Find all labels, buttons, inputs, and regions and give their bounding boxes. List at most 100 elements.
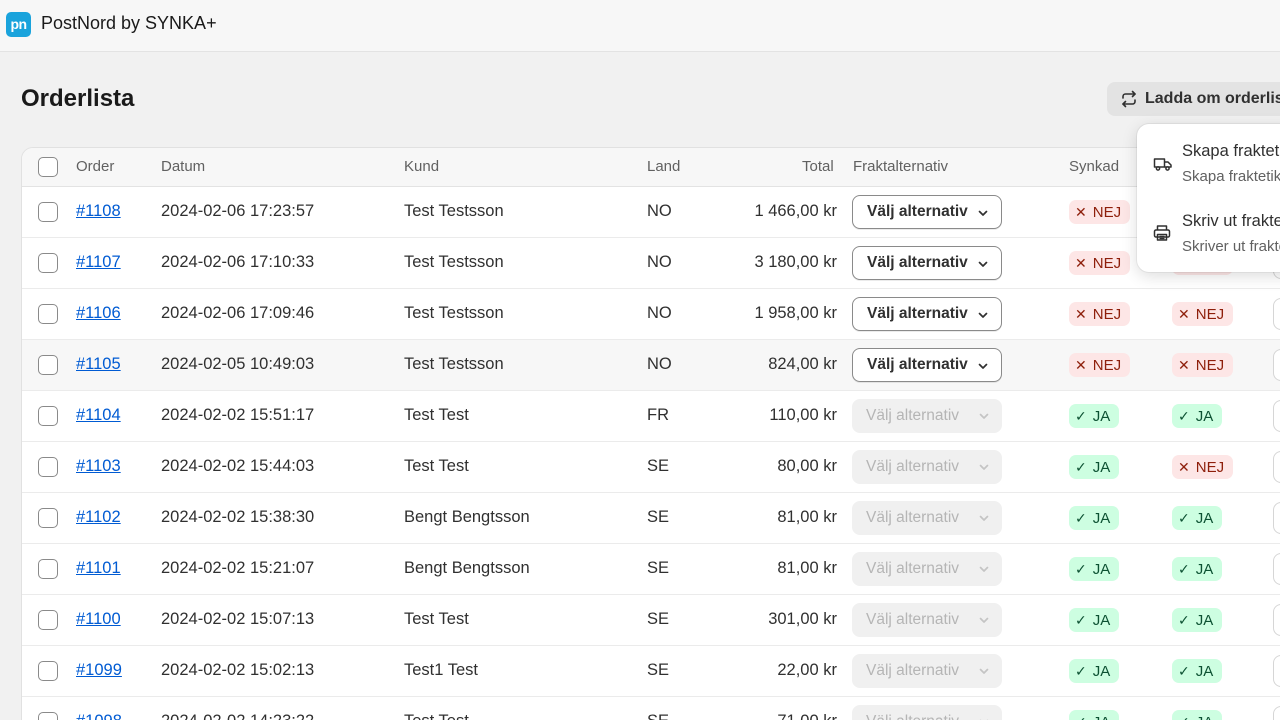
table-row[interactable]: #1100 2024-02-02 15:07:13 Test Test SE 301,0… bbox=[22, 595, 1280, 646]
refresh-icon bbox=[1122, 90, 1136, 108]
print-label-menu-item[interactable]: Skriv ut fraktetikett Skriver ut fraktet… bbox=[1137, 204, 1280, 264]
order-total: 1 958,00 kr bbox=[754, 304, 837, 322]
chevron-down-icon bbox=[979, 617, 989, 623]
check-icon: ✓ bbox=[1178, 714, 1190, 720]
header-order: Order bbox=[76, 158, 115, 175]
table-row[interactable]: #1099 2024-02-02 15:02:13 Test1 Test SE 22,0… bbox=[22, 646, 1280, 697]
order-total: 3 180,00 kr bbox=[754, 253, 837, 271]
order-total: 71,00 kr bbox=[22, 712, 837, 720]
status-badge: ✕ NEJ bbox=[1172, 302, 1234, 326]
create-label-title: Skapa fraktetikett bbox=[1182, 142, 1280, 160]
header-date: Datum bbox=[161, 158, 206, 175]
table-row[interactable]: #1108 2024-02-06 17:23:57 Test Testsson NO 1… bbox=[22, 187, 1280, 238]
x-icon: ✕ bbox=[1178, 305, 1190, 322]
check-icon: ✓ bbox=[1178, 662, 1190, 679]
synced-badge-label: JA bbox=[1093, 714, 1111, 720]
table-row[interactable]: #1101 2024-02-02 15:21:07 Bengt Bengtsson S… bbox=[22, 544, 1280, 595]
row-action-button[interactable] bbox=[1273, 706, 1280, 720]
status-badge-label: JA bbox=[1196, 714, 1214, 720]
reload-orderlist-label: Ladda om orderlista bbox=[1145, 90, 1280, 107]
print-label-title: Skriv ut fraktetikett bbox=[1182, 212, 1280, 230]
chevron-down-icon bbox=[979, 566, 989, 572]
synced-badge: ✓ JA bbox=[1069, 455, 1120, 479]
table-row[interactable]: #1106 2024-02-06 17:09:46 Test Testsson NO 1… bbox=[22, 289, 1280, 340]
table-header: Order Datum Kund Land Total Fraktalterna… bbox=[22, 148, 1280, 187]
table-row[interactable]: #10982024-02-02 14:23:22Test TestSE71,00… bbox=[22, 697, 1280, 720]
synced-badge: ✓ JA bbox=[1069, 557, 1120, 581]
header-country: Land bbox=[647, 158, 681, 175]
row-action-button[interactable] bbox=[1273, 553, 1280, 585]
check-icon: ✓ bbox=[1075, 458, 1087, 475]
synced-badge-label: NEJ bbox=[1092, 356, 1122, 374]
status-badge-label: JA bbox=[1195, 407, 1214, 425]
shipping-select[interactable]: Välj alternativ bbox=[852, 246, 1002, 280]
shipping-select-value: Välj alternativ bbox=[867, 254, 968, 271]
chevron-down-icon bbox=[978, 312, 988, 318]
synced-badge: ✕ NEJ bbox=[1069, 200, 1131, 224]
shipping-select[interactable]: Välj alternativ bbox=[852, 297, 1002, 331]
shipping-select-value: Välj alternativ bbox=[866, 407, 960, 424]
chevron-down-icon bbox=[979, 515, 989, 521]
check-icon: ✓ bbox=[1178, 407, 1190, 424]
status-badge-label: NEJ bbox=[1195, 356, 1225, 374]
status-badge-label: JA bbox=[1195, 611, 1214, 629]
row-action-button[interactable] bbox=[1273, 655, 1280, 687]
shipping-select-value: Välj alternativ bbox=[867, 203, 968, 220]
create-label-subtitle: Skapa fraktetikett bbox=[1182, 168, 1280, 185]
shipping-select[interactable]: Välj alternativ bbox=[852, 348, 1002, 382]
print-label-subtitle: Skriver ut fraktetikett bbox=[1182, 238, 1280, 255]
status-badge: ✓ JA bbox=[1172, 557, 1223, 581]
x-icon: ✕ bbox=[1075, 356, 1087, 373]
shipping-select: Välj alternativ bbox=[852, 501, 1002, 535]
select-all-checkbox[interactable] bbox=[38, 157, 58, 177]
status-badge: ✓ JA bbox=[1172, 506, 1223, 530]
create-label-menu-item[interactable]: Skapa fraktetikett Skapa fraktetikett bbox=[1137, 134, 1280, 194]
table-row[interactable]: #1105 2024-02-05 10:49:03 Test Testsson NO 8… bbox=[22, 340, 1280, 391]
status-badge: ✓ JA bbox=[1172, 404, 1223, 428]
order-total: 80,00 kr bbox=[777, 457, 837, 475]
order-total: 301,00 kr bbox=[768, 610, 837, 628]
x-icon: ✕ bbox=[1075, 305, 1087, 322]
shipping-select: Välj alternativ bbox=[852, 705, 1002, 720]
header-synced: Synkad bbox=[1069, 158, 1120, 175]
order-total: 1 466,00 kr bbox=[754, 202, 837, 220]
order-total: 824,00 kr bbox=[768, 355, 837, 373]
status-badge: ✕ NEJ bbox=[1172, 455, 1234, 479]
synced-badge: ✓ JA bbox=[1069, 659, 1120, 683]
shipping-select-value: Välj alternativ bbox=[866, 662, 960, 679]
check-icon: ✓ bbox=[1075, 714, 1087, 720]
synced-badge-label: JA bbox=[1092, 611, 1111, 629]
order-total: 81,00 kr bbox=[777, 559, 837, 577]
status-badge-label: JA bbox=[1195, 509, 1214, 527]
x-icon: ✕ bbox=[1178, 458, 1190, 475]
shipping-select-value: Välj alternativ bbox=[866, 458, 960, 475]
x-icon: ✕ bbox=[1178, 356, 1190, 373]
chevron-down-icon bbox=[979, 464, 989, 470]
x-icon: ✕ bbox=[1075, 203, 1087, 220]
row-action-button[interactable] bbox=[1273, 451, 1280, 483]
table-row[interactable]: #1103 2024-02-02 15:44:03 Test Test SE 80,00… bbox=[22, 442, 1280, 493]
chevron-down-icon bbox=[978, 261, 988, 267]
status-badge-label: JA bbox=[1195, 560, 1214, 578]
synced-badge-label: NEJ bbox=[1092, 254, 1122, 272]
shipping-select[interactable]: Välj alternativ bbox=[852, 195, 1002, 229]
table-row[interactable]: #1104 2024-02-02 15:51:17 Test Test FR 110,0… bbox=[22, 391, 1280, 442]
status-badge-label: JA bbox=[1195, 662, 1214, 680]
order-total: 22,00 kr bbox=[777, 661, 837, 679]
row-action-button[interactable] bbox=[1273, 298, 1280, 330]
table-row[interactable]: #1102 2024-02-02 15:38:30 Bengt Bengtsson S… bbox=[22, 493, 1280, 544]
synced-badge: ✓ JA bbox=[1069, 710, 1120, 720]
shipping-select-value: Välj alternativ bbox=[867, 305, 968, 322]
row-action-button[interactable] bbox=[1273, 502, 1280, 534]
row-action-button[interactable] bbox=[1273, 604, 1280, 636]
row-action-button[interactable] bbox=[1273, 349, 1280, 381]
table-row[interactable]: #1107 2024-02-06 17:10:33 Test Testsson NO 3… bbox=[22, 238, 1280, 289]
synced-badge-label: NEJ bbox=[1092, 305, 1122, 323]
synced-badge: ✓ JA bbox=[1069, 608, 1120, 632]
reload-orderlist-button[interactable]: Ladda om orderlista bbox=[1107, 82, 1280, 116]
check-icon: ✓ bbox=[1075, 407, 1087, 424]
synced-badge-label: JA bbox=[1092, 509, 1111, 527]
row-action-button[interactable] bbox=[1273, 400, 1280, 432]
header-customer: Kund bbox=[404, 158, 440, 175]
order-total: 110,00 kr bbox=[769, 406, 837, 424]
